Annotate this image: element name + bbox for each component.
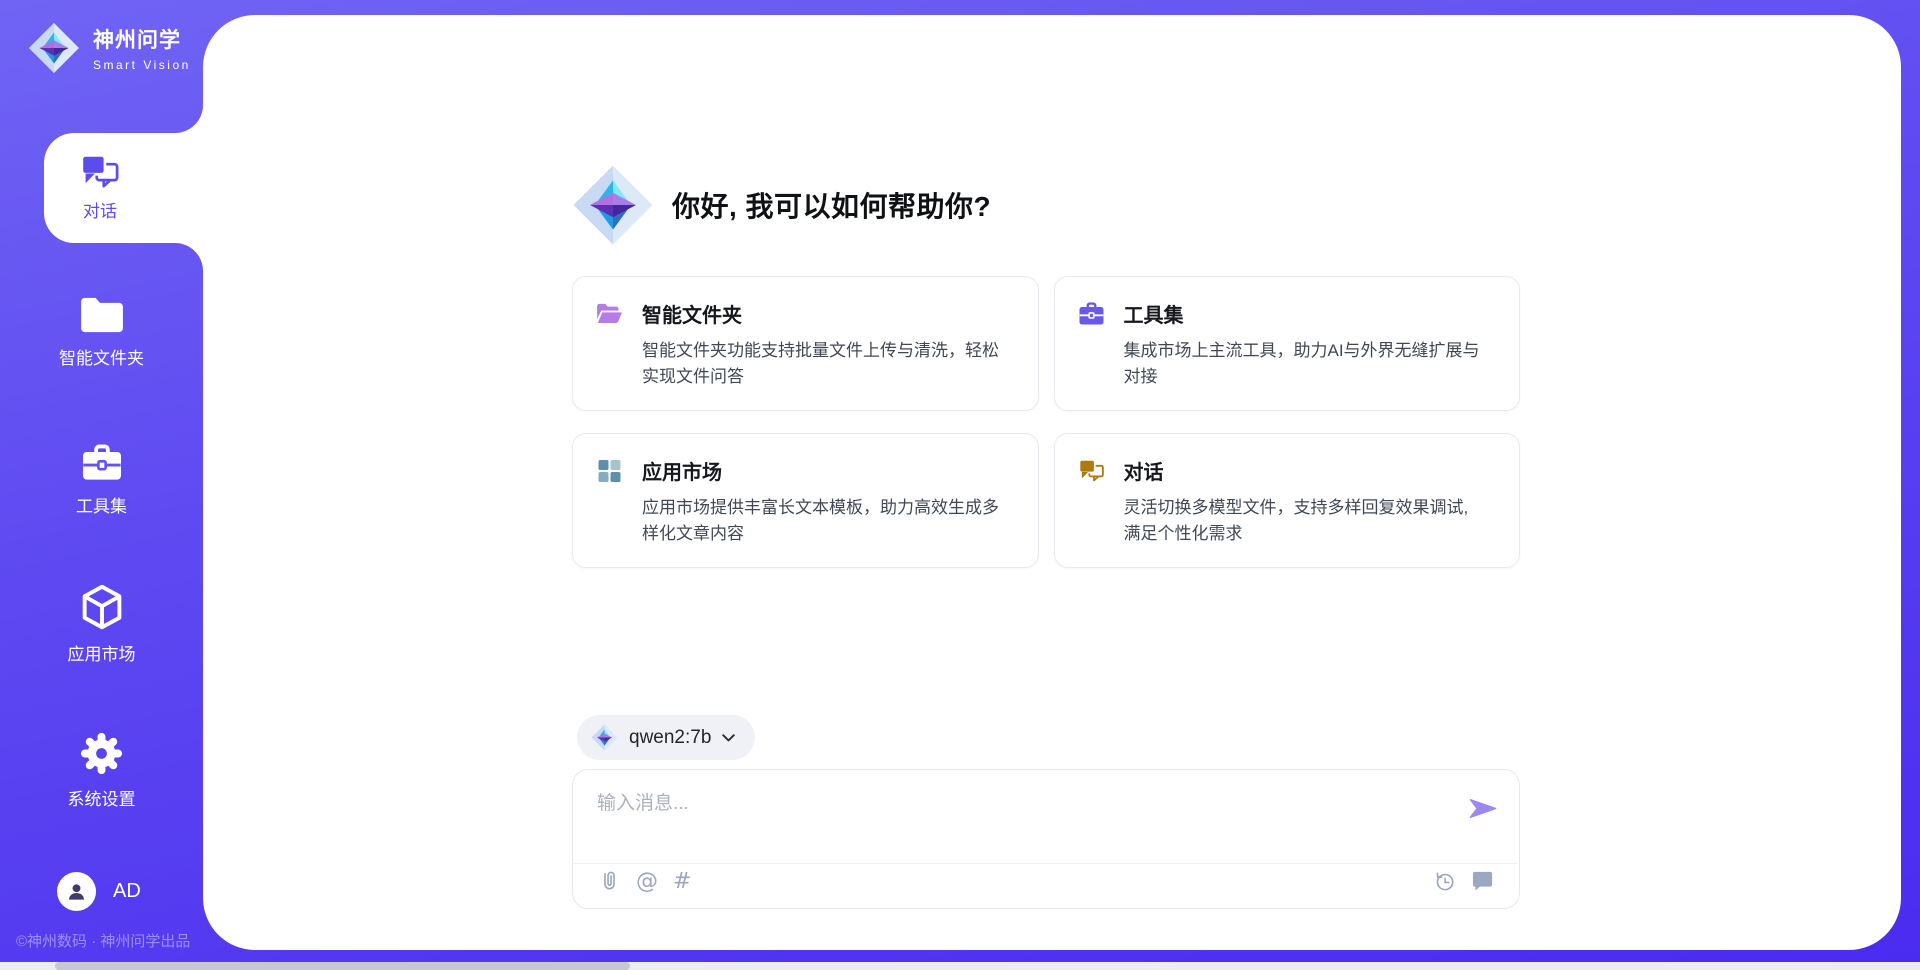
user-account[interactable]: AD: [57, 872, 141, 911]
new-chat-button[interactable]: [1471, 870, 1494, 893]
card-title: 工具集: [1124, 299, 1184, 328]
chat-bubble-icon: [1471, 870, 1494, 893]
card-title: 对话: [1124, 456, 1164, 485]
greeting-section: 你好, 我可以如何帮助你?: [572, 161, 991, 249]
greeting-text: 你好, 我可以如何帮助你?: [672, 185, 991, 225]
cube-icon: [81, 584, 123, 630]
hash-icon: #: [673, 870, 691, 893]
composer-divider: [574, 863, 1518, 864]
sidebar-item-chat[interactable]: 对话: [44, 133, 156, 243]
card-title: 应用市场: [642, 456, 722, 485]
card-header: 应用市场: [596, 456, 1020, 485]
model-selector[interactable]: qwen2:7b: [577, 715, 755, 760]
sidebar-item-toolset[interactable]: 工具集: [0, 444, 203, 517]
sidebar-item-smart-folder[interactable]: 智能文件夹: [0, 296, 203, 369]
card-title: 智能文件夹: [642, 299, 742, 328]
send-icon: [1469, 798, 1497, 819]
briefcase-icon: [1078, 302, 1105, 326]
feature-cards: 智能文件夹 智能文件夹功能支持批量文件上传与清洗，轻松 实现文件问答 工具集 集…: [572, 276, 1520, 568]
card-header: 对话: [1078, 456, 1502, 485]
card-description: 灵活切换多模型文件，支持多样回复效果调试, 满足个性化需求: [1124, 495, 1502, 547]
sidebar-item-label: 智能文件夹: [59, 344, 144, 369]
sidebar-item-label: 对话: [83, 197, 117, 222]
model-name: qwen2:7b: [629, 727, 711, 749]
sidebar-item-label: 系统设置: [68, 785, 136, 810]
folder-icon: [79, 296, 125, 334]
chevron-down-icon: [722, 734, 735, 742]
card-description: 智能文件夹功能支持批量文件上传与清洗，轻松 实现文件问答: [642, 338, 1020, 390]
composer-toolbar: @ #: [598, 866, 1494, 896]
brand-subtitle: Smart Vision: [93, 58, 191, 72]
card-header: 工具集: [1078, 299, 1502, 328]
gear-icon: [80, 732, 123, 775]
card-toolset[interactable]: 工具集 集成市场上主流工具，助力AI与外界无缝扩展与 对接: [1054, 276, 1521, 411]
history-button[interactable]: [1433, 870, 1456, 893]
model-gem-icon: [591, 723, 618, 752]
chat-icon: [1078, 459, 1105, 483]
message-input[interactable]: [597, 788, 1447, 846]
message-composer: @ #: [572, 769, 1520, 909]
card-header: 智能文件夹: [596, 299, 1020, 328]
grid-icon: [596, 459, 623, 483]
card-smart-folder[interactable]: 智能文件夹 智能文件夹功能支持批量文件上传与清洗，轻松 实现文件问答: [572, 276, 1039, 411]
sidebar-item-label: 应用市场: [68, 640, 136, 665]
assistant-gem-icon: [572, 161, 654, 249]
horizontal-scrollbar[interactable]: [0, 962, 1920, 970]
toolbox-icon: [81, 444, 123, 482]
history-icon: [1433, 870, 1456, 893]
person-icon: [65, 880, 88, 903]
attach-file-button[interactable]: [598, 870, 621, 893]
user-initials: AD: [113, 880, 141, 903]
brand-logo-gem-icon: [28, 20, 80, 76]
sidebar-item-label: 工具集: [76, 492, 127, 517]
composer-toolbar-right: [1433, 870, 1494, 893]
paperclip-icon: [598, 870, 621, 893]
brand-name: 神州问学: [93, 24, 191, 54]
card-chat[interactable]: 对话 灵活切换多模型文件，支持多样回复效果调试, 满足个性化需求: [1054, 433, 1521, 568]
avatar: [57, 872, 96, 911]
brand-text: 神州问学 Smart Vision: [93, 24, 191, 72]
main-panel: 你好, 我可以如何帮助你? 智能文件夹 智能文件夹功能支持批量文件上传与清洗，轻…: [203, 15, 1901, 950]
card-description: 集成市场上主流工具，助力AI与外界无缝扩展与 对接: [1124, 338, 1502, 390]
scrollbar-thumb[interactable]: [55, 962, 630, 970]
sidebar-item-settings[interactable]: 系统设置: [0, 732, 203, 810]
at-icon: @: [636, 870, 658, 893]
topic-button[interactable]: #: [673, 870, 691, 893]
mention-button[interactable]: @: [636, 870, 658, 893]
brand: 神州问学 Smart Vision: [28, 20, 191, 76]
sidebar-item-chat-active: 对话: [44, 105, 203, 271]
sidebar-item-app-market[interactable]: 应用市场: [0, 584, 203, 665]
publisher-note: ©神州数码 · 神州问学出品: [16, 930, 216, 951]
folder-open-icon: [596, 302, 623, 326]
chat-icon: [80, 154, 120, 190]
card-app-market[interactable]: 应用市场 应用市场提供丰富长文本模板，助力高效生成多 样化文章内容: [572, 433, 1039, 568]
card-description: 应用市场提供丰富长文本模板，助力高效生成多 样化文章内容: [642, 495, 1020, 547]
send-button[interactable]: [1469, 798, 1497, 819]
